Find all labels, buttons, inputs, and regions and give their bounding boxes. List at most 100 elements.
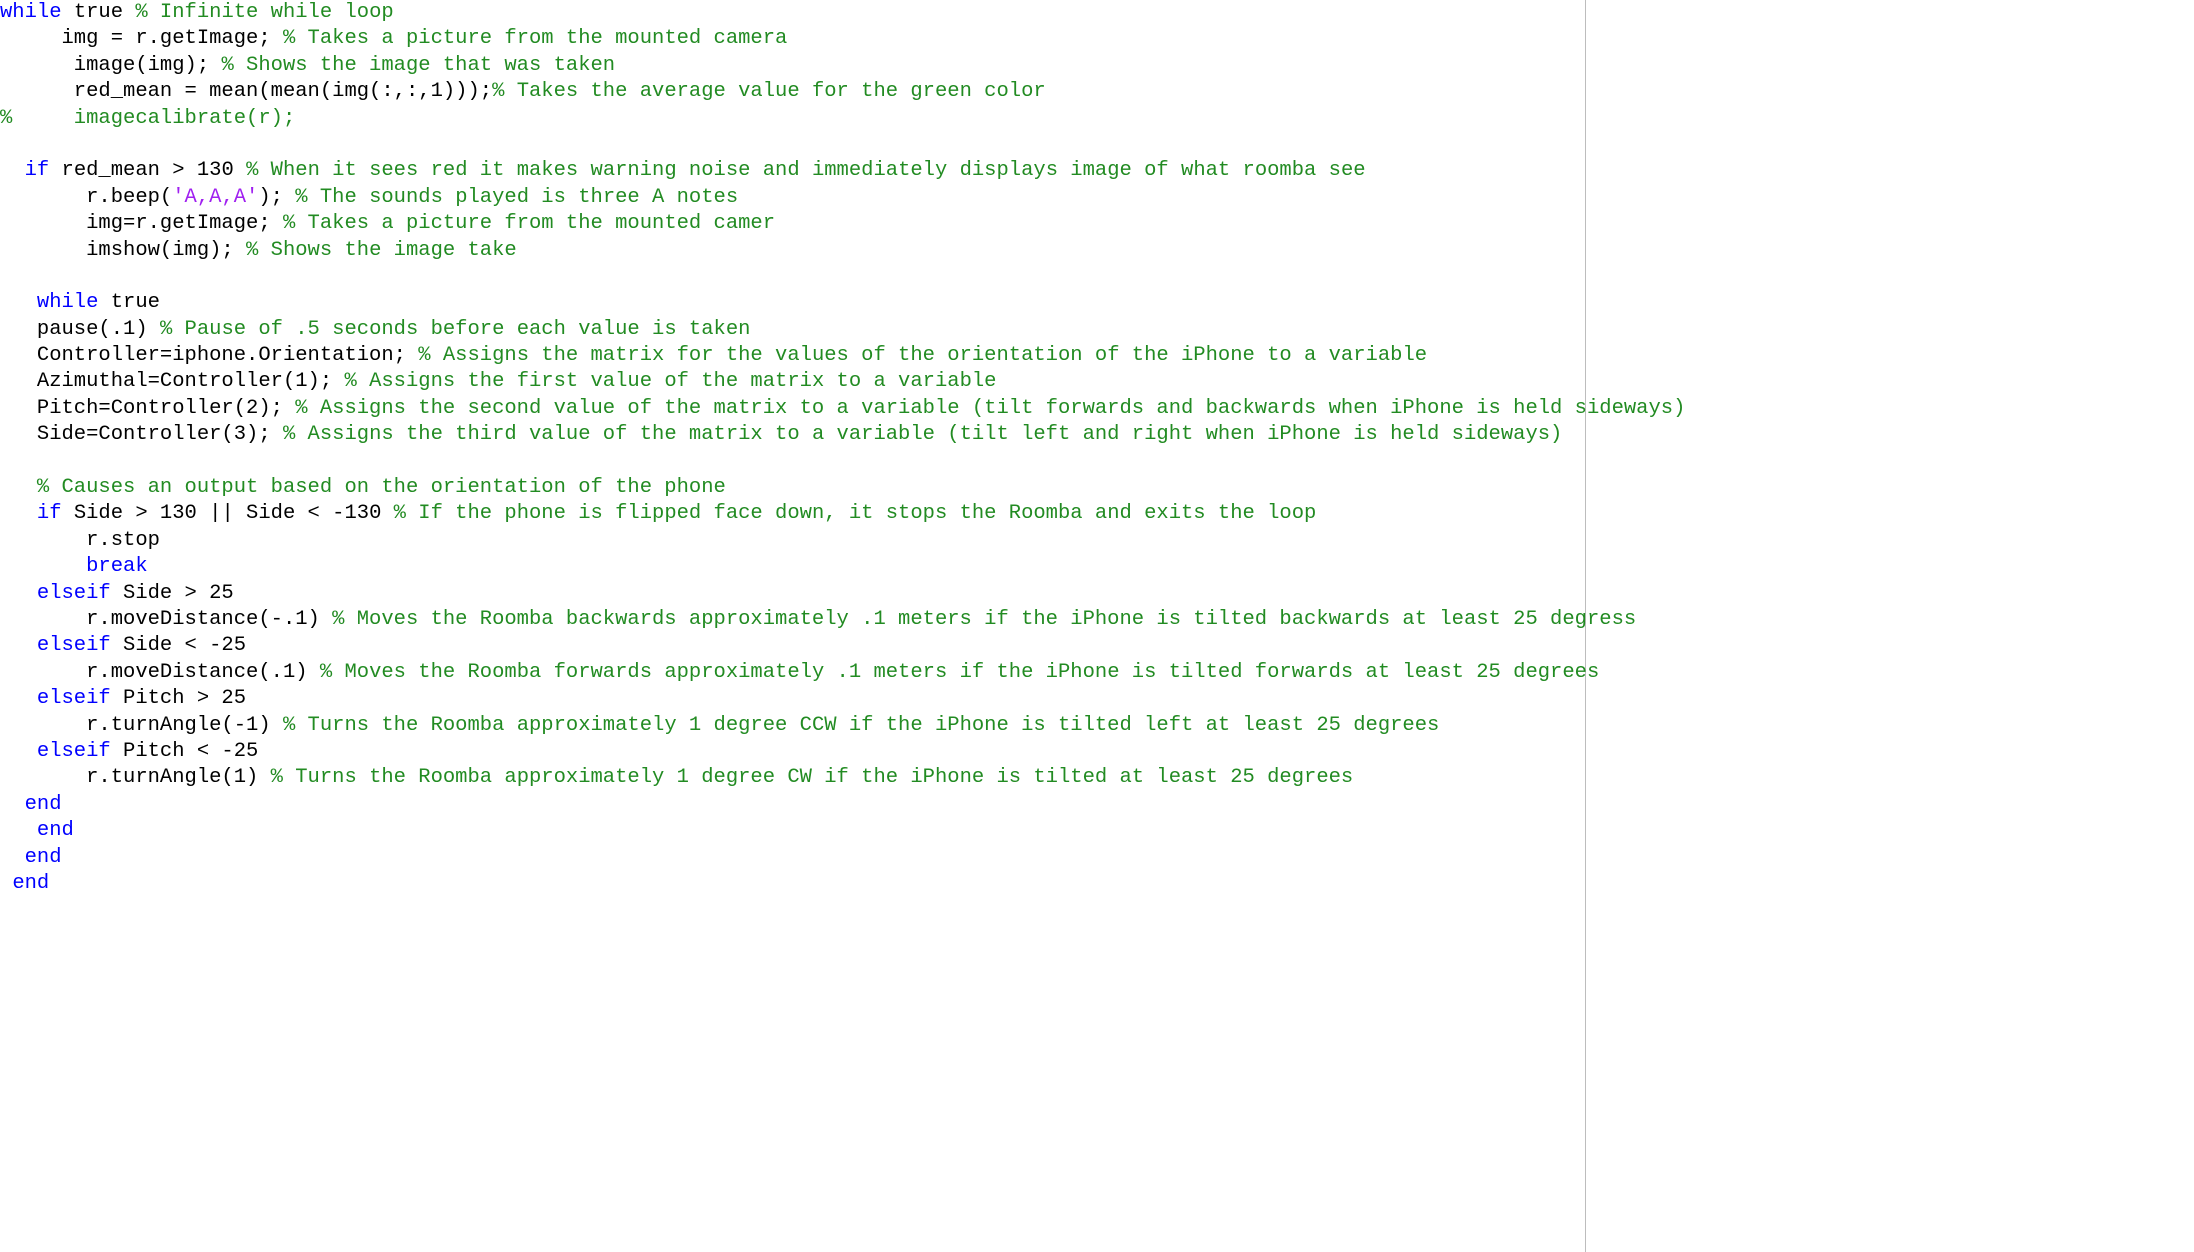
code-token: % Assigns the matrix for the values of t… — [418, 344, 1428, 368]
code-token: Side < -25 — [110, 634, 247, 658]
code-line[interactable]: if Side > 130 || Side < -130 % If the ph… — [0, 501, 2194, 527]
code-line[interactable]: end — [0, 818, 2194, 844]
code-line[interactable] — [0, 132, 2194, 158]
code-token: r.moveDistance(.1) — [0, 660, 320, 684]
code-token: Side > 130 || Side < -130 — [61, 502, 394, 526]
code-line[interactable]: Controller=iphone.Orientation; % Assigns… — [0, 343, 2194, 369]
code-token: end — [24, 792, 62, 816]
code-line[interactable]: r.turnAngle(-1) % Turns the Roomba appro… — [0, 713, 2194, 739]
code-token: end — [24, 845, 62, 869]
code-token: % Moves the Roomba forwards approximatel… — [319, 660, 1600, 684]
code-token: end — [36, 819, 74, 843]
code-line[interactable]: Pitch=Controller(2); % Assigns the secon… — [0, 396, 2194, 422]
code-line[interactable]: r.moveDistance(-.1) % Moves the Roomba b… — [0, 607, 2194, 633]
code-line[interactable]: elseif Side < -25 — [0, 633, 2194, 659]
code-line[interactable]: Side=Controller(3); % Assigns the third … — [0, 422, 2194, 448]
code-line[interactable]: % imagecalibrate(r); — [0, 106, 2194, 132]
code-token: true — [61, 1, 136, 24]
code-line[interactable]: while true % Infinite while loop — [0, 0, 2194, 26]
code-line[interactable]: end — [0, 845, 2194, 871]
code-token: % Causes an output based on the orientat… — [36, 476, 726, 500]
code-token: % Turns the Roomba approximately 1 degre… — [270, 766, 1354, 790]
code-token: % When it sees red it makes warning nois… — [246, 159, 1366, 183]
code-token: ); — [258, 185, 296, 209]
code-token: % Shows the image take — [246, 238, 517, 262]
code-token: image(img); — [0, 53, 222, 77]
code-token: img=r.getImage; — [0, 212, 283, 236]
code-line[interactable]: imshow(img); % Shows the image take — [0, 238, 2194, 264]
code-token: % Moves the Roomba backwards approximate… — [332, 607, 1637, 631]
code-token: elseif — [36, 581, 111, 605]
code-token: % Assigns the first value of the matrix … — [344, 370, 997, 394]
code-line[interactable]: break — [0, 554, 2194, 580]
code-token: % The sounds played is three A notes — [295, 185, 739, 209]
code-text-area[interactable]: while true % Infinite while loop img = r… — [0, 0, 2194, 897]
code-token: Side > 25 — [110, 581, 234, 605]
code-token: elseif — [36, 687, 111, 711]
code-token: true — [98, 291, 160, 315]
code-token: Controller=iphone.Orientation; — [0, 344, 419, 368]
code-token: r.turnAngle(-1) — [0, 713, 283, 737]
code-line[interactable]: end — [0, 871, 2194, 897]
code-token: pause(.1) — [0, 317, 160, 341]
code-line[interactable]: image(img); % Shows the image that was t… — [0, 53, 2194, 79]
code-token: Pitch > 25 — [110, 687, 247, 711]
code-token: % Shows the image that was taken — [221, 53, 616, 77]
code-token: % Takes the average value for the green … — [492, 80, 1046, 104]
code-token: while — [36, 291, 99, 315]
code-token: break — [86, 555, 148, 579]
code-token: img = r.getImage; — [0, 27, 283, 51]
code-token: red_mean > 130 — [49, 159, 247, 183]
code-token: elseif — [36, 634, 111, 658]
code-token: r.stop — [0, 528, 160, 552]
code-token: Azimuthal=Controller(1); — [0, 370, 345, 394]
code-token: % Assigns the second value of the matrix… — [295, 396, 1686, 420]
code-line[interactable]: Azimuthal=Controller(1); % Assigns the f… — [0, 369, 2194, 395]
code-line[interactable]: elseif Pitch > 25 — [0, 686, 2194, 712]
code-line[interactable]: r.beep('A,A,A'); % The sounds played is … — [0, 185, 2194, 211]
code-line[interactable]: elseif Pitch < -25 — [0, 739, 2194, 765]
code-token: elseif — [36, 739, 111, 763]
code-token: % Infinite while loop — [135, 1, 394, 24]
code-token: Pitch < -25 — [110, 739, 259, 763]
code-token: Pitch=Controller(2); — [0, 396, 296, 420]
code-line[interactable]: r.turnAngle(1) % Turns the Roomba approx… — [0, 765, 2194, 791]
code-token: % Takes a picture from the mounted camer — [282, 212, 776, 236]
code-token: r.turnAngle(1) — [0, 766, 271, 790]
code-line[interactable]: % Causes an output based on the orientat… — [0, 475, 2194, 501]
code-line[interactable]: elseif Side > 25 — [0, 581, 2194, 607]
code-line[interactable]: r.moveDistance(.1) % Moves the Roomba fo… — [0, 660, 2194, 686]
code-line[interactable]: end — [0, 792, 2194, 818]
code-editor-pane[interactable]: while true % Infinite while loop img = r… — [0, 0, 2194, 1252]
code-token: red_mean = mean(mean(img(:,:,1))); — [0, 80, 493, 104]
code-line[interactable]: while true — [0, 290, 2194, 316]
code-token: 'A,A,A' — [172, 185, 259, 209]
code-token: % If the phone is flipped face down, it … — [393, 502, 1317, 526]
code-line[interactable]: r.stop — [0, 528, 2194, 554]
code-line[interactable]: img = r.getImage; % Takes a picture from… — [0, 26, 2194, 52]
code-line[interactable]: if red_mean > 130 % When it sees red it … — [0, 158, 2194, 184]
code-token: end — [12, 871, 50, 895]
code-line[interactable] — [0, 449, 2194, 475]
code-line[interactable]: img=r.getImage; % Takes a picture from t… — [0, 211, 2194, 237]
code-line[interactable] — [0, 264, 2194, 290]
code-token: Side=Controller(3); — [0, 423, 283, 447]
code-token: r.moveDistance(-.1) — [0, 607, 333, 631]
code-token: if — [36, 502, 62, 526]
code-token: r.beep( — [0, 185, 173, 209]
code-token: % Turns the Roomba approximately 1 degre… — [282, 713, 1440, 737]
code-line[interactable]: pause(.1) % Pause of .5 seconds before e… — [0, 317, 2194, 343]
code-token: % Assigns the third value of the matrix … — [282, 423, 1563, 447]
code-line[interactable]: red_mean = mean(mean(img(:,:,1)));% Take… — [0, 79, 2194, 105]
